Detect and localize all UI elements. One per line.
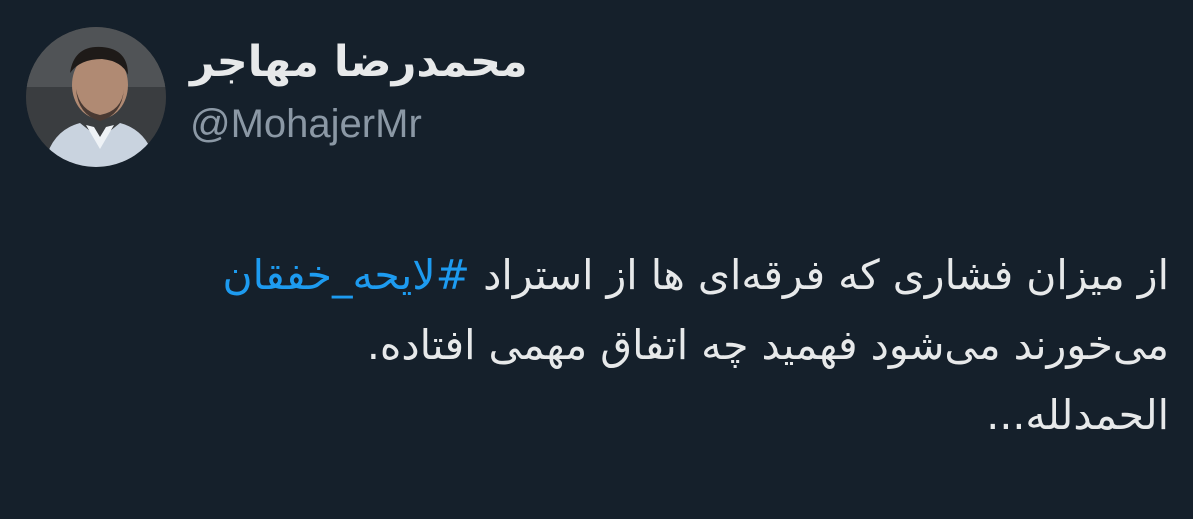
author-display-name[interactable]: محمدرضا مهاجر: [190, 34, 750, 90]
tweet-card: محمدرضا مهاجر @MohajerMr از میزان فشاری …: [0, 0, 1193, 519]
author-avatar[interactable]: [26, 27, 166, 167]
tweet-text-line-2: می‌خورند می‌شود فهمید چه اتفاق مهمی افتا…: [366, 321, 1169, 369]
avatar-photo-icon: [26, 27, 166, 167]
tweet-text: از میزان فشاری که فرقه‌ای ها از استراد #…: [40, 240, 1169, 450]
tweet-text-line-1-text: از میزان فشاری که فرقه‌ای ها از استراد: [470, 251, 1169, 299]
author-handle[interactable]: @MohajerMr: [190, 100, 422, 148]
tweet-text-line-1: از میزان فشاری که فرقه‌ای ها از استراد #…: [40, 240, 1169, 310]
tweet-text-line-3: الحمدلله...: [986, 391, 1169, 439]
hashtag-link[interactable]: #لایحه_خفقان: [223, 251, 471, 299]
